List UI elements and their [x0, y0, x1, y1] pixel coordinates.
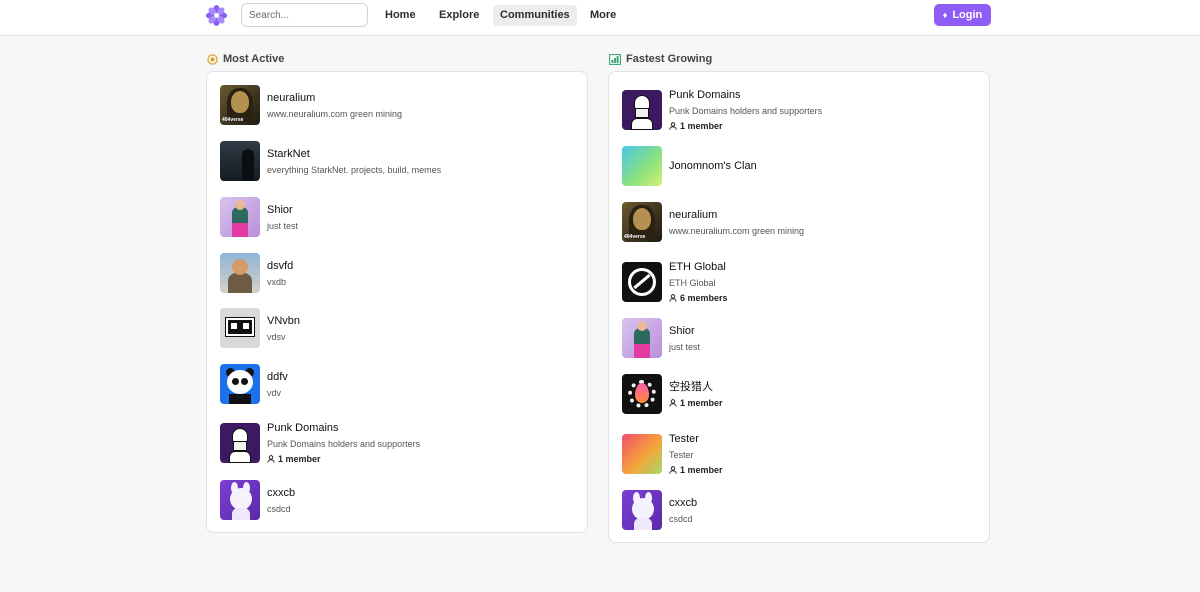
login-button[interactable]: ♦ Login	[934, 4, 991, 26]
community-name: ETH Global	[669, 261, 726, 273]
most-active-title: Most Active	[223, 53, 285, 65]
ethereum-icon: ♦	[942, 10, 948, 20]
community-row-tester[interactable]: Tester Tester 1 member	[622, 432, 976, 476]
community-description: vdsv	[267, 331, 286, 342]
member-count: 6 members	[669, 292, 728, 304]
fastest-growing-card: Punk Domains Punk Domains holders and su…	[608, 71, 990, 543]
community-row-punk-domains[interactable]: Punk Domains Punk Domains holders and su…	[220, 421, 574, 465]
community-description: just test	[267, 220, 299, 231]
community-row-cxxcb[interactable]: cxxcb csdcd	[220, 480, 574, 520]
user-icon	[669, 294, 677, 302]
community-avatar: 404verse	[622, 202, 662, 242]
community-row-starknet[interactable]: StarkNet everything StarkNet. projects, …	[220, 141, 574, 181]
community-name: neuralium	[669, 208, 718, 221]
community-name: Jonomnom's Clan	[669, 160, 757, 172]
community-description: csdcd	[669, 513, 693, 524]
community-row-punk-domains[interactable]: Punk Domains Punk Domains holders and su…	[622, 88, 976, 132]
community-avatar	[220, 480, 260, 520]
nav-home[interactable]: Home	[378, 5, 423, 26]
community-description: csdcd	[267, 503, 291, 514]
most-active-card: 404verse neuralium www.neuralium.com gre…	[206, 71, 588, 533]
community-description: vdv	[267, 387, 282, 398]
medal-icon	[207, 53, 218, 65]
member-count: 1 member	[669, 120, 822, 132]
member-count: 1 member	[267, 453, 420, 465]
user-icon	[669, 122, 677, 130]
community-name: 空投猎人	[669, 380, 713, 393]
community-name: ddfv	[267, 370, 288, 383]
community-name: cxxcb	[669, 496, 698, 509]
member-count: 1 member	[669, 464, 723, 476]
community-avatar	[220, 141, 260, 181]
top-navigation-bar: Home Explore Communities More ♦ Login	[0, 0, 1200, 36]
fastest-growing-heading: Fastest Growing	[609, 52, 712, 66]
community-name: Shior	[669, 324, 695, 337]
community-name: VNvbn	[267, 314, 301, 327]
community-description: everything StarkNet. projects, build, me…	[267, 164, 442, 175]
community-row-eth-global[interactable]: ETH Global ETH Global 6 members	[622, 260, 976, 304]
community-name: Punk Domains	[669, 89, 741, 101]
user-icon	[669, 466, 677, 474]
community-row-neuralium[interactable]: 404verse neuralium www.neuralium.com gre…	[220, 85, 574, 125]
community-description: Punk Domains holders and supporters	[669, 106, 823, 116]
community-row-neuralium[interactable]: 404verse neuralium www.neuralium.com gre…	[622, 202, 976, 242]
community-description: www.neuralium.com green mining	[267, 108, 403, 119]
community-avatar	[622, 434, 662, 474]
search-input[interactable]	[241, 3, 368, 27]
fastest-growing-title: Fastest Growing	[626, 53, 713, 65]
flower-logo-icon[interactable]	[205, 4, 228, 27]
community-description: Punk Domains holders and supporters	[267, 439, 421, 449]
community-row-cxxcb[interactable]: cxxcb csdcd	[622, 490, 976, 530]
user-icon	[267, 455, 275, 463]
community-description: vxdb	[267, 276, 287, 287]
member-count: 1 member	[669, 397, 723, 409]
community-avatar	[220, 308, 260, 348]
community-avatar	[622, 262, 662, 302]
community-avatar	[622, 374, 662, 414]
community-avatar	[220, 197, 260, 237]
community-name: neuralium	[267, 91, 316, 104]
login-label: Login	[952, 9, 983, 21]
community-name: Punk Domains	[267, 422, 339, 434]
community-row-kongtou-lieren[interactable]: 空投猎人 1 member	[622, 374, 976, 414]
community-name: dsvfd	[267, 259, 294, 272]
community-avatar	[622, 90, 662, 130]
community-avatar	[622, 146, 662, 186]
community-name: cxxcb	[267, 486, 296, 499]
community-row-jonomnoms-clan[interactable]: Jonomnom's Clan	[622, 146, 976, 186]
community-row-vnvbn[interactable]: VNvbn vdsv	[220, 308, 574, 348]
community-avatar	[220, 364, 260, 404]
community-avatar	[622, 490, 662, 530]
user-icon	[669, 398, 677, 407]
community-avatar	[220, 253, 260, 293]
community-name: StarkNet	[267, 147, 310, 160]
nav-more[interactable]: More	[583, 5, 623, 26]
community-name: Shior	[267, 203, 293, 216]
most-active-heading: Most Active	[207, 52, 284, 66]
community-description: just test	[669, 341, 701, 352]
community-row-ddfv[interactable]: ddfv vdv	[220, 364, 574, 404]
community-description: Tester	[669, 450, 694, 460]
community-avatar	[220, 423, 260, 463]
bar-chart-icon	[609, 53, 621, 65]
community-row-shior[interactable]: Shior just test	[622, 318, 976, 358]
nav-explore[interactable]: Explore	[432, 5, 486, 26]
community-name: Tester	[669, 433, 699, 445]
community-avatar: 404verse	[220, 85, 260, 125]
community-description: www.neuralium.com green mining	[669, 225, 805, 236]
community-row-shior[interactable]: Shior just test	[220, 197, 574, 237]
community-row-dsvfd[interactable]: dsvfd vxdb	[220, 253, 574, 293]
nav-communities[interactable]: Communities	[493, 5, 577, 26]
community-description: ETH Global	[669, 278, 716, 288]
community-avatar	[622, 318, 662, 358]
